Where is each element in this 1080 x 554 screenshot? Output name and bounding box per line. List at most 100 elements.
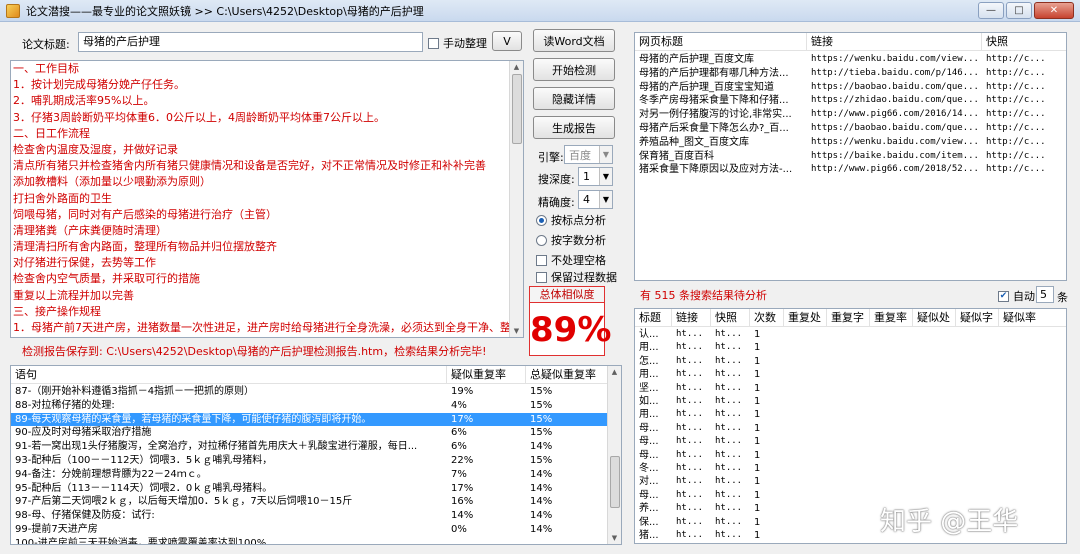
sentence-col-rate[interactable]: 疑似重复率 bbox=[447, 366, 526, 383]
analysis-row[interactable]: 坚... ht... ht... 1 bbox=[635, 382, 784, 396]
by-chars-option[interactable]: 按字数分析 bbox=[536, 232, 606, 248]
sentence-row[interactable]: 100-进产房前三天开始消毒，要求喷雾覆盖率达到100% bbox=[11, 537, 609, 544]
sentence-row[interactable]: 93-配种后（100－－112天）饲喂3．5ｋｇ哺乳母猪料， 22% 15% bbox=[11, 454, 609, 468]
depth-select[interactable]: 1 ▼ bbox=[578, 167, 613, 186]
sentence-row[interactable]: 98-母、仔猪保健及防疫：试行: 14% 14% bbox=[11, 509, 609, 523]
title-dropdown-button[interactable]: V bbox=[492, 31, 522, 51]
close-button[interactable]: ✕ bbox=[1034, 2, 1074, 19]
analysis-row[interactable]: 养... ht... ht... 1 bbox=[635, 502, 784, 516]
analysis-row[interactable]: 用... ht... ht... 1 bbox=[635, 368, 784, 382]
analysis-col-sus-spots[interactable]: 疑似处 bbox=[913, 309, 956, 326]
analysis-cell-snapshot: ht... bbox=[715, 489, 743, 500]
analysis-cell-title: 认... bbox=[639, 329, 659, 340]
scroll-thumb[interactable] bbox=[512, 74, 522, 144]
analysis-col-dup-rate[interactable]: 重复率 bbox=[870, 309, 913, 326]
analysis-col-count[interactable]: 次数 bbox=[750, 309, 784, 326]
web-result-row[interactable]: 猪采食量下降原因以及应对方法-... http://www.pig66.com/2… bbox=[635, 163, 1066, 177]
sentence-cell-rate: 17% bbox=[451, 482, 474, 494]
by-punctuation-radio[interactable] bbox=[536, 214, 547, 226]
scroll-thumb[interactable] bbox=[610, 456, 620, 508]
analysis-row[interactable]: 保... ht... ht... 1 bbox=[635, 516, 784, 530]
scroll-down-icon[interactable]: ▼ bbox=[510, 325, 523, 337]
auto-count-input[interactable]: 5 bbox=[1036, 286, 1054, 303]
analysis-col-snapshot[interactable]: 快照 bbox=[711, 309, 750, 326]
analysis-col-sus-rate[interactable]: 疑似率 bbox=[999, 309, 1048, 326]
no-space-checkbox[interactable] bbox=[536, 254, 547, 266]
analysis-row[interactable]: 用... ht... ht... 1 bbox=[635, 408, 784, 422]
sentence-cell-rate: 14% bbox=[451, 510, 474, 522]
auto-option[interactable]: ✔ 自动 bbox=[998, 288, 1035, 304]
document-line: 1．按计划完成母猪分娩产仔任务。 bbox=[13, 78, 185, 92]
title-input[interactable]: 母猪的产后护理 bbox=[78, 32, 423, 52]
by-punctuation-option[interactable]: 按标点分析 bbox=[536, 212, 606, 228]
scroll-down-icon[interactable]: ▼ bbox=[608, 532, 621, 544]
analysis-col-link[interactable]: 链接 bbox=[672, 309, 711, 326]
sentence-cell-rate: 7% bbox=[451, 468, 467, 480]
engine-select[interactable]: 百度 ▼ bbox=[564, 145, 613, 164]
analysis-col-dup-spots[interactable]: 重复处 bbox=[784, 309, 827, 326]
precision-select[interactable]: 4 ▼ bbox=[578, 190, 613, 209]
analysis-row[interactable]: 如... ht... ht... 1 bbox=[635, 395, 784, 409]
web-result-row[interactable]: 保育猪_百度百科 https://baike.baidu.com/item... h… bbox=[635, 150, 1066, 164]
web-result-row[interactable]: 养殖品种_图文_百度文库 https://wenku.baidu.com/view… bbox=[635, 136, 1066, 150]
document-textarea[interactable]: 一、工作目标 1．按计划完成母猪分娩产仔任务。 2．哺乳期成活率95%以上。 3．仔猪… bbox=[10, 60, 524, 338]
web-col-title[interactable]: 网页标题 bbox=[635, 33, 807, 50]
maximize-button[interactable]: □ bbox=[1006, 2, 1032, 19]
document-scrollbar[interactable]: ▲ ▼ bbox=[509, 61, 523, 337]
web-col-link[interactable]: 链接 bbox=[807, 33, 982, 50]
sentence-row[interactable]: 95-配种后（113－－114天）饲喂2．0ｋｇ哺乳母猪料。 17% 14% bbox=[11, 482, 609, 496]
by-chars-radio[interactable] bbox=[536, 234, 547, 246]
generate-report-button[interactable]: 生成报告 bbox=[533, 116, 615, 139]
sentence-row[interactable]: 97-产后第二天饲喂2ｋｇ，以后每天增加0．5ｋｇ，7天以后饲喂10－15斤 16… bbox=[11, 495, 609, 509]
manual-organize-option[interactable]: 手动整理 bbox=[428, 35, 487, 51]
overall-similarity-panel: 总体相似度 89% bbox=[529, 286, 612, 356]
web-col-snapshot[interactable]: 快照 bbox=[982, 33, 1066, 50]
sentence-header: 语句 疑似重复率 总疑似重复率 bbox=[11, 366, 609, 384]
web-result-row[interactable]: 母猪的产后护理_百度文库 https://wenku.baidu.com/view… bbox=[635, 53, 1066, 67]
analysis-cell-snapshot: ht... bbox=[715, 476, 743, 487]
analysis-row[interactable]: 母... ht... ht... 1 bbox=[635, 449, 784, 463]
web-result-row[interactable]: 母猪产后采食量下降怎么办?_百... https://baobao.baidu.c… bbox=[635, 122, 1066, 136]
sentence-row[interactable]: 87-（刚开始补料遵循3指抓－4指抓－一把抓的原则） 19% 15% bbox=[11, 385, 609, 399]
hide-details-button[interactable]: 隐藏详情 bbox=[533, 87, 615, 110]
analysis-col-dup-chars[interactable]: 重复字 bbox=[827, 309, 870, 326]
start-check-button[interactable]: 开始检测 bbox=[533, 58, 615, 81]
auto-checkbox[interactable]: ✔ bbox=[998, 290, 1009, 302]
analysis-row[interactable]: 对... ht... ht... 1 bbox=[635, 475, 784, 489]
analysis-row[interactable]: 猪... ht... ht... 1 bbox=[635, 529, 784, 543]
sentence-row[interactable]: 94-备注：分娩前理想背膘为22－24ｍｃ。 7% 14% bbox=[11, 468, 609, 482]
web-result-row[interactable]: 母猪的产后护理都有哪几种方法... http://tieba.baidu.com/… bbox=[635, 67, 1066, 81]
sentence-row[interactable]: 99-提前7天进产房 0% 14% bbox=[11, 523, 609, 537]
sentence-row[interactable]: 90-应及时对母猪采取治疗措施 6% 15% bbox=[11, 426, 609, 440]
sentence-scrollbar[interactable]: ▲ ▼ bbox=[607, 366, 621, 544]
sentence-col-total-rate[interactable]: 总疑似重复率 bbox=[526, 366, 609, 383]
scroll-up-icon[interactable]: ▲ bbox=[510, 61, 523, 73]
manual-organize-checkbox[interactable] bbox=[428, 37, 439, 49]
sentence-col-text[interactable]: 语句 bbox=[11, 366, 447, 383]
scroll-up-icon[interactable]: ▲ bbox=[608, 366, 621, 378]
keep-data-option[interactable]: 保留过程数据 bbox=[536, 269, 617, 285]
analysis-row[interactable]: 母... ht... ht... 1 bbox=[635, 435, 784, 449]
no-space-option[interactable]: 不处理空格 bbox=[536, 252, 606, 268]
analysis-row[interactable]: 母... ht... ht... 1 bbox=[635, 489, 784, 503]
minimize-button[interactable]: — bbox=[978, 2, 1004, 19]
analysis-row[interactable]: 用... ht... ht... 1 bbox=[635, 341, 784, 355]
app-icon bbox=[6, 3, 20, 18]
read-word-button[interactable]: 读Word文档 bbox=[533, 29, 615, 52]
analysis-row[interactable]: 母... ht... ht... 1 bbox=[635, 422, 784, 436]
analysis-row[interactable]: 认... ht... ht... 1 bbox=[635, 328, 784, 342]
keep-data-checkbox[interactable] bbox=[536, 271, 547, 283]
overall-similarity-value: 89% bbox=[530, 310, 612, 350]
sentence-row[interactable]: 89-每天观察母猪的采食量，若母猪的采食量下降，可能使仔猪的腹泻即将开始。 17%… bbox=[11, 412, 609, 427]
analysis-row[interactable]: 怎... ht... ht... 1 bbox=[635, 355, 784, 369]
web-result-row[interactable]: 冬季产房母猪采食量下降和仔猪... https://zhidao.baidu.co… bbox=[635, 94, 1066, 108]
analysis-row[interactable]: 冬... ht... ht... 1 bbox=[635, 462, 784, 476]
analysis-col-sus-chars[interactable]: 疑似字 bbox=[956, 309, 999, 326]
web-result-row[interactable]: 对另一例仔猪腹泻的讨论,非常实... http://www.pig66.com/2… bbox=[635, 108, 1066, 122]
web-result-row[interactable]: 母猪的产后护理_百度宝宝知道 https://baobao.baidu.com/q… bbox=[635, 81, 1066, 95]
analysis-col-title[interactable]: 标题 bbox=[635, 309, 672, 326]
analysis-cell-count: 1 bbox=[754, 489, 761, 501]
sentence-row[interactable]: 91-若一窝出现1头仔猪腹泻，全窝治疗，对拉稀仔猪首先用庆大＋乳酸宝进行灌服，每… bbox=[11, 440, 609, 454]
sentence-row[interactable]: 88-对拉稀仔猪的处理: 4% 15% bbox=[11, 399, 609, 413]
document-line: 清理猪粪（产床粪便随时清理） bbox=[13, 223, 167, 237]
